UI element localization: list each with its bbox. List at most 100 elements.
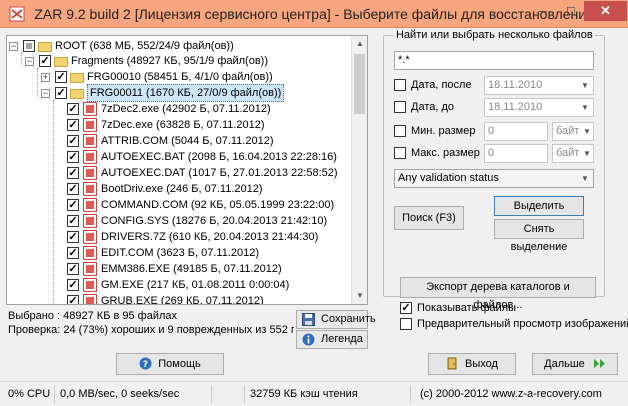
file-label: ATTRIB.COM (5044 Б, 07.11.2012) <box>101 135 274 147</box>
validation-status-select[interactable]: Any validation status ▼ <box>394 169 594 188</box>
close-button[interactable]: ✕ <box>584 1 627 21</box>
max-size-input[interactable]: 0 <box>484 144 548 163</box>
status-separator <box>54 385 55 403</box>
status-separator <box>410 385 411 403</box>
copyright: (c) 2000-2012 www.z-a-recovery.com <box>420 388 602 400</box>
min-size-input[interactable]: 0 <box>484 122 548 141</box>
min-size-checkbox[interactable]: Мин. размер <box>394 124 475 138</box>
checkbox-box[interactable] <box>400 318 412 330</box>
status-separator <box>244 385 245 403</box>
checkbox-box[interactable] <box>394 79 406 91</box>
legend-button[interactable]: Легенда <box>296 330 368 349</box>
export-tree-button[interactable]: Экспорт дерева каталогов и файлов... <box>400 277 596 311</box>
file-icon <box>83 294 97 304</box>
date-after-checkbox[interactable]: Дата, после <box>394 78 472 92</box>
max-size-unit-select[interactable]: байт ▼ <box>552 144 594 163</box>
root-checkbox[interactable] <box>23 40 35 52</box>
file-checkbox[interactable]: ✓ <box>67 231 79 243</box>
save-button[interactable]: Сохранить <box>296 310 376 329</box>
next-button[interactable]: Дальше <box>532 353 618 375</box>
file-checkbox[interactable]: ✓ <box>67 103 79 115</box>
file-icon <box>83 102 97 116</box>
file-label: 7zDec2.exe (42902 Б, 07.11.2012) <box>101 103 271 115</box>
help-button[interactable]: ? Помощь <box>116 353 224 375</box>
file-checkbox[interactable]: ✓ <box>67 295 79 304</box>
max-size-label: Макс. размер <box>411 147 480 159</box>
next-button-label: Дальше <box>544 358 585 370</box>
exit-button[interactable]: Выход <box>428 353 516 375</box>
preview-images-checkbox[interactable]: Предварительный просмотр изображений <box>400 317 628 331</box>
selected-summary: Выбрано : 48927 КБ в 95 файлах <box>8 310 178 322</box>
scroll-down-arrow-icon[interactable]: ▼ <box>352 288 367 304</box>
maximize-button[interactable]: □ <box>558 1 584 21</box>
scroll-up-arrow-icon[interactable]: ▲ <box>352 36 367 52</box>
tree-label-frg00011-selected: FRG00011 (1670 КБ, 27/0/9 файл(ов)) <box>87 84 285 102</box>
date-before-label: Дата, до <box>411 101 455 113</box>
collapse-icon[interactable]: − <box>41 89 50 98</box>
dropdown-arrow-icon[interactable]: ▼ <box>577 170 593 187</box>
select-button[interactable]: Выделить <box>494 196 584 216</box>
dropdown-arrow-icon[interactable]: ▼ <box>581 145 593 162</box>
fragments-checkbox[interactable]: ✓ <box>39 55 51 67</box>
file-checkbox[interactable]: ✓ <box>67 247 79 259</box>
max-size-checkbox[interactable]: Макс. размер <box>394 146 480 160</box>
file-checkbox[interactable]: ✓ <box>67 167 79 179</box>
file-label: EDIT.COM (3623 Б, 07.11.2012) <box>101 247 260 259</box>
date-before-checkbox[interactable]: Дата, до <box>394 100 454 114</box>
min-size-unit-select[interactable]: байт ▼ <box>552 122 594 141</box>
min-size-unit: байт <box>556 125 580 137</box>
tree-vertical-scrollbar[interactable]: ▲ ▼ <box>351 36 367 304</box>
file-icon <box>83 246 97 260</box>
file-checkbox[interactable]: ✓ <box>67 199 79 211</box>
collapse-icon[interactable]: − <box>9 42 18 51</box>
file-icon <box>83 166 97 180</box>
date-after-field[interactable]: 18.11.2010 ▼ <box>484 76 594 95</box>
deselect-button[interactable]: Снять выделение <box>494 219 584 253</box>
help-icon: ? <box>139 357 152 370</box>
checkbox-box[interactable] <box>394 125 406 137</box>
file-checkbox[interactable]: ✓ <box>67 215 79 227</box>
save-button-label: Сохранить <box>321 313 376 325</box>
dropdown-arrow-icon[interactable]: ▼ <box>577 77 593 94</box>
minimize-button[interactable]: – <box>530 1 556 21</box>
validation-status-value: Any validation status <box>398 172 499 184</box>
tree-line <box>37 68 38 98</box>
find-button[interactable]: Поиск (F3) <box>394 206 464 230</box>
tree-label-root: ROOT (638 МБ, 552/24/9 файл(ов)) <box>55 40 234 52</box>
tree-line <box>21 52 22 66</box>
scroll-thumb[interactable] <box>354 54 365 114</box>
frg00010-checkbox[interactable]: ✓ <box>55 71 67 83</box>
frg00011-checkbox[interactable]: ✓ <box>55 87 67 99</box>
file-label: EMM386.EXE (49185 Б, 07.11.2012) <box>101 263 282 275</box>
date-after-value: 18.11.2010 <box>488 79 543 91</box>
file-checkbox[interactable]: ✓ <box>67 279 79 291</box>
collapse-icon[interactable]: − <box>25 57 34 66</box>
file-checkbox[interactable]: ✓ <box>67 119 79 131</box>
file-pattern-input[interactable]: *.* <box>394 51 594 70</box>
file-icon <box>83 214 97 228</box>
show-files-checkbox[interactable]: ✓ Показывать файлы <box>400 301 516 315</box>
file-icon <box>83 150 97 164</box>
file-checkbox[interactable]: ✓ <box>67 183 79 195</box>
file-checkbox[interactable]: ✓ <box>67 263 79 275</box>
status-bar: 0% CPU 0,0 MB/sec, 0 seeks/sec 32759 КБ … <box>0 381 628 406</box>
dropdown-arrow-icon[interactable]: ▼ <box>581 123 593 140</box>
file-label: AUTOEXEC.DAT (1017 Б, 27.01.2013 22:58:5… <box>101 167 338 179</box>
folder-icon <box>70 73 84 83</box>
file-checkbox[interactable]: ✓ <box>67 151 79 163</box>
file-checkbox[interactable]: ✓ <box>67 135 79 147</box>
tree-label-frg00010: FRG00010 (58451 Б, 4/1/0 файл(ов)) <box>87 71 273 83</box>
main-client-area: − ROOT (638 МБ, 552/24/9 файл(ов)) − ✓ F… <box>0 29 628 381</box>
file-icon <box>83 262 97 276</box>
dropdown-arrow-icon[interactable]: ▼ <box>577 99 593 116</box>
folder-icon <box>54 57 68 67</box>
checkbox-box-checked[interactable]: ✓ <box>400 302 412 314</box>
expand-icon[interactable]: + <box>41 73 50 82</box>
tree-label-fragments: Fragments (48927 КБ, 95/1/9 файл(ов)) <box>71 55 268 67</box>
date-before-field[interactable]: 18.11.2010 ▼ <box>484 98 594 117</box>
title-bar: ZAR 9.2 build 2 [Лицензия сервисного цен… <box>0 0 628 28</box>
checkbox-box[interactable] <box>394 101 406 113</box>
info-icon <box>302 333 315 346</box>
checkbox-box[interactable] <box>394 147 406 159</box>
file-tree[interactable]: − ROOT (638 МБ, 552/24/9 файл(ов)) − ✓ F… <box>6 35 368 305</box>
